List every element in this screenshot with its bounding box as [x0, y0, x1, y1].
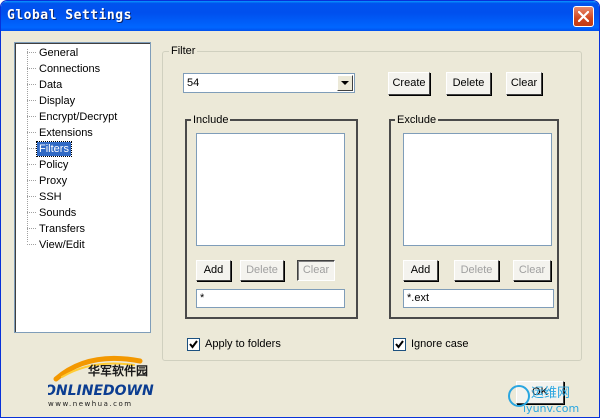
ignore-case-label: Ignore case	[411, 338, 469, 350]
sidebar-item-label: Proxy	[39, 175, 68, 187]
sidebar-item-connections[interactable]: Connections	[15, 61, 150, 77]
include-list[interactable]	[196, 133, 345, 246]
exclude-list[interactable]	[403, 133, 552, 246]
create-filter-button[interactable]: Create	[388, 72, 430, 95]
watermark-url: iyunv.com	[523, 402, 579, 415]
close-icon	[578, 11, 589, 22]
window-title: Global Settings	[7, 8, 132, 23]
include-pattern-input[interactable]: *	[196, 289, 345, 308]
exclude-pattern-input[interactable]: *.ext	[403, 289, 554, 308]
sidebar-item-policy[interactable]: Policy	[15, 157, 150, 173]
delete-filter-button[interactable]: Delete	[446, 72, 491, 95]
sidebar-item-encrypt-decrypt[interactable]: Encrypt/Decrypt	[15, 109, 150, 125]
sidebar-item-general[interactable]: General	[15, 45, 150, 61]
sidebar-item-label: Policy	[39, 159, 69, 171]
sidebar-item-transfers[interactable]: Transfers	[15, 221, 150, 237]
include-add-button[interactable]: Add	[196, 260, 231, 281]
sidebar-item-view-edit[interactable]: View/Edit	[15, 237, 150, 253]
apply-to-folders-box[interactable]	[187, 338, 200, 351]
logo-cn-text: 华军软件园	[88, 363, 148, 378]
exclude-delete-button: Delete	[454, 260, 499, 281]
clear-filter-button[interactable]: Clear	[506, 72, 542, 95]
include-delete-button: Delete	[240, 260, 284, 281]
filter-group: Filter 54 Create Delete Clear Include Ad…	[162, 44, 582, 361]
exclude-clear-button: Clear	[513, 260, 551, 281]
sidebar-item-ssh[interactable]: SSH	[15, 189, 150, 205]
iyunv-watermark: 运维网 iyunv.com	[508, 385, 579, 415]
apply-to-folders-label: Apply to folders	[205, 338, 281, 350]
exclude-add-button[interactable]: Add	[403, 260, 438, 281]
filter-group-label: Filter	[169, 44, 198, 58]
filter-select[interactable]: 54	[183, 73, 355, 93]
sidebar-item-label: Display	[39, 95, 76, 107]
filter-select-value: 54	[187, 77, 200, 89]
ignore-case-checkbox[interactable]: Ignore case	[393, 338, 493, 352]
settings-tree[interactable]: General Connections Data Display Encrypt…	[14, 42, 151, 333]
filter-dropdown-button[interactable]	[337, 75, 353, 91]
sidebar-item-display[interactable]: Display	[15, 93, 150, 109]
include-group-label: Include	[191, 113, 231, 127]
sidebar-item-label: Connections	[39, 63, 101, 75]
sidebar-item-label: General	[39, 47, 79, 59]
checkmark-icon	[189, 340, 198, 349]
include-group: Include Add Delete Clear *	[185, 113, 358, 319]
logo-brand: ONLINEDOWN	[48, 383, 154, 399]
checkmark-icon	[395, 340, 404, 349]
sidebar-item-sounds[interactable]: Sounds	[15, 205, 150, 221]
logo-url: www.newhua.com	[48, 400, 133, 408]
sidebar-item-label: Sounds	[39, 207, 77, 219]
close-button[interactable]	[573, 6, 594, 27]
global-settings-window: Global Settings General Connections Data	[0, 0, 600, 418]
sidebar-item-proxy[interactable]: Proxy	[15, 173, 150, 189]
ignore-case-box[interactable]	[393, 338, 406, 351]
sidebar-item-data[interactable]: Data	[15, 77, 150, 93]
sidebar-item-label: View/Edit	[39, 239, 85, 251]
sidebar-item-label: SSH	[39, 191, 62, 203]
watermark-cn-text: 运维网	[531, 386, 570, 401]
sidebar-item-filters[interactable]: Filters	[15, 141, 150, 157]
exclude-group-label: Exclude	[395, 113, 439, 127]
dialog-client: General Connections Data Display Encrypt…	[4, 31, 596, 416]
apply-to-folders-checkbox[interactable]: Apply to folders	[187, 338, 307, 352]
exclude-group: Exclude Add Delete Clear *.ext	[389, 113, 559, 319]
chevron-down-icon	[341, 81, 349, 85]
sidebar-item-label: Extensions	[39, 127, 93, 139]
titlebar[interactable]: Global Settings	[1, 1, 599, 31]
sidebar-item-extensions[interactable]: Extensions	[15, 125, 150, 141]
include-clear-button: Clear	[297, 260, 335, 281]
sidebar-item-label: Data	[39, 79, 63, 91]
onlinedown-logo: 华军软件园 ONLINEDOWN www.newhua.com	[48, 355, 154, 408]
sidebar-item-label: Encrypt/Decrypt	[39, 111, 118, 123]
sidebar-item-label: Filters	[36, 141, 72, 157]
sidebar-item-label: Transfers	[39, 223, 86, 235]
